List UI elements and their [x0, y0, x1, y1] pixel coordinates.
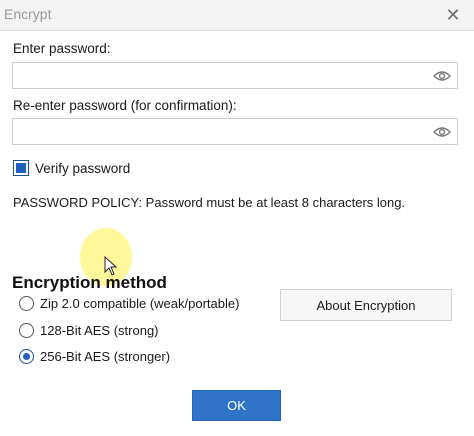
- verify-password-checkbox[interactable]: [13, 160, 29, 176]
- eye-icon[interactable]: [433, 69, 451, 83]
- radio-label-aes128: 128-Bit AES (strong): [40, 323, 159, 338]
- radio-aes256[interactable]: [19, 349, 34, 364]
- password-input[interactable]: [13, 63, 423, 88]
- ok-button[interactable]: OK: [192, 390, 281, 421]
- title-bar: Encrypt ✕: [0, 0, 474, 31]
- password-label: Enter password:: [13, 41, 111, 56]
- password-field: [12, 62, 458, 89]
- radio-zip20[interactable]: [19, 296, 34, 311]
- window-title: Encrypt: [4, 6, 52, 22]
- encryption-method-heading: Encryption method: [12, 273, 167, 292]
- radio-label-zip20: Zip 2.0 compatible (weak/portable): [40, 296, 240, 311]
- about-encryption-button[interactable]: About Encryption: [280, 289, 452, 321]
- password-policy-text: PASSWORD POLICY: Password must be at lea…: [13, 195, 406, 210]
- confirm-password-field: [12, 118, 458, 145]
- eye-icon[interactable]: [433, 125, 451, 139]
- checkbox-fill: [16, 163, 26, 173]
- confirm-password-label: Re-enter password (for confirmation):: [13, 98, 237, 113]
- radio-label-aes256: 256-Bit AES (stronger): [40, 349, 171, 364]
- close-icon[interactable]: ✕: [442, 4, 464, 26]
- radio-selected-dot: [23, 353, 30, 360]
- verify-password-label: Verify password: [35, 161, 131, 176]
- confirm-password-input[interactable]: [13, 119, 423, 144]
- radio-aes128[interactable]: [19, 323, 34, 338]
